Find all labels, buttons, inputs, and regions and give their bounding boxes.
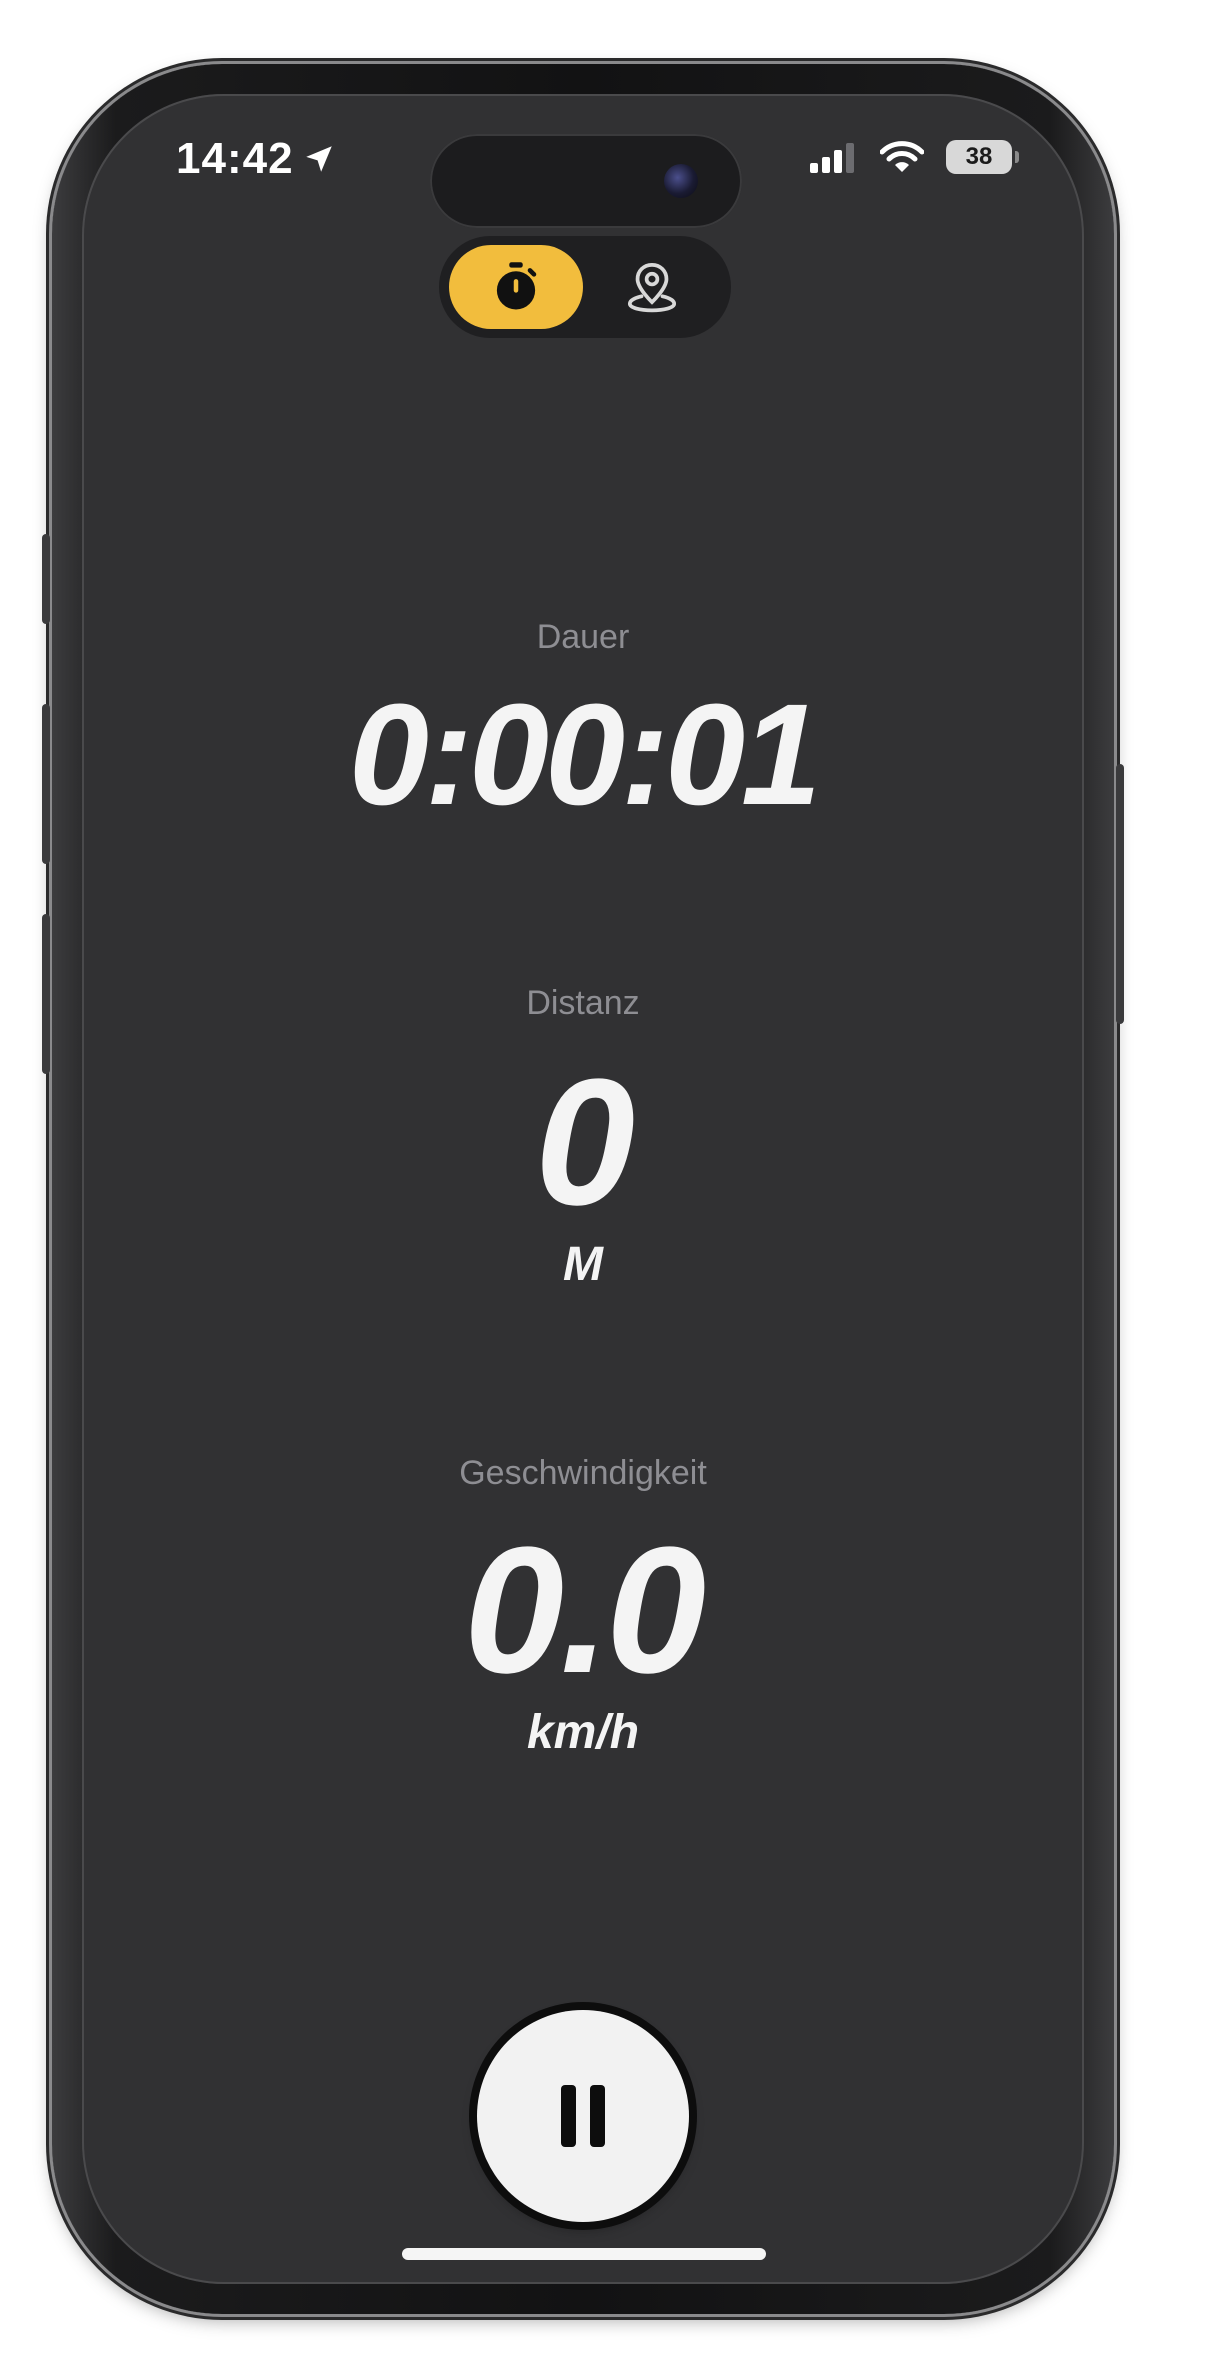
dynamic-island — [430, 134, 742, 228]
speed-value: 0.0 — [463, 1510, 706, 1711]
duration-value: 0:00:01 — [348, 674, 821, 835]
speed-unit: km/h — [526, 1706, 640, 1759]
speed-metric: Geschwindigkeit 0.0 km/h — [82, 1454, 1084, 1757]
status-indicators: 38 — [808, 140, 1019, 174]
mode-map-tab[interactable] — [585, 245, 719, 329]
battery-indicator: 38 — [946, 140, 1019, 174]
location-arrow-icon — [305, 146, 332, 172]
speed-label: Geschwindigkeit — [459, 1454, 707, 1492]
duration-label: Dauer — [536, 618, 630, 656]
stopwatch-icon — [496, 262, 537, 310]
battery-level: 38 — [965, 143, 993, 170]
duration-metric: Dauer 0:00:01 — [82, 618, 1084, 827]
map-pin-icon — [627, 262, 677, 313]
mode-switch — [439, 236, 731, 338]
distance-metric: Distanz 0 M — [82, 984, 1084, 1289]
distance-value: 0 — [534, 1042, 635, 1243]
phone-frame: 14:42 38 Dauer 0:00:01 Distanz 0 M Gesch… — [42, 64, 1124, 2314]
status-time: 14:42 — [176, 134, 294, 183]
mode-timer-tab[interactable] — [449, 245, 583, 329]
pause-button[interactable] — [477, 2010, 689, 2222]
volume-down-button — [42, 914, 50, 1074]
front-camera — [664, 164, 698, 198]
distance-unit: M — [563, 1238, 603, 1291]
action-button — [42, 534, 50, 624]
distance-label: Distanz — [526, 984, 640, 1022]
home-indicator[interactable] — [402, 2248, 766, 2260]
wifi-icon — [880, 141, 924, 172]
cellular-signal-icon — [810, 143, 854, 173]
pause-icon — [561, 2085, 605, 2147]
volume-up-button — [42, 704, 50, 864]
screen: 14:42 38 Dauer 0:00:01 Distanz 0 M Gesch… — [82, 94, 1084, 2284]
status-clock: 14:42 — [176, 134, 336, 184]
status-bar: 14:42 38 — [82, 94, 1084, 228]
power-button — [1116, 764, 1124, 1024]
